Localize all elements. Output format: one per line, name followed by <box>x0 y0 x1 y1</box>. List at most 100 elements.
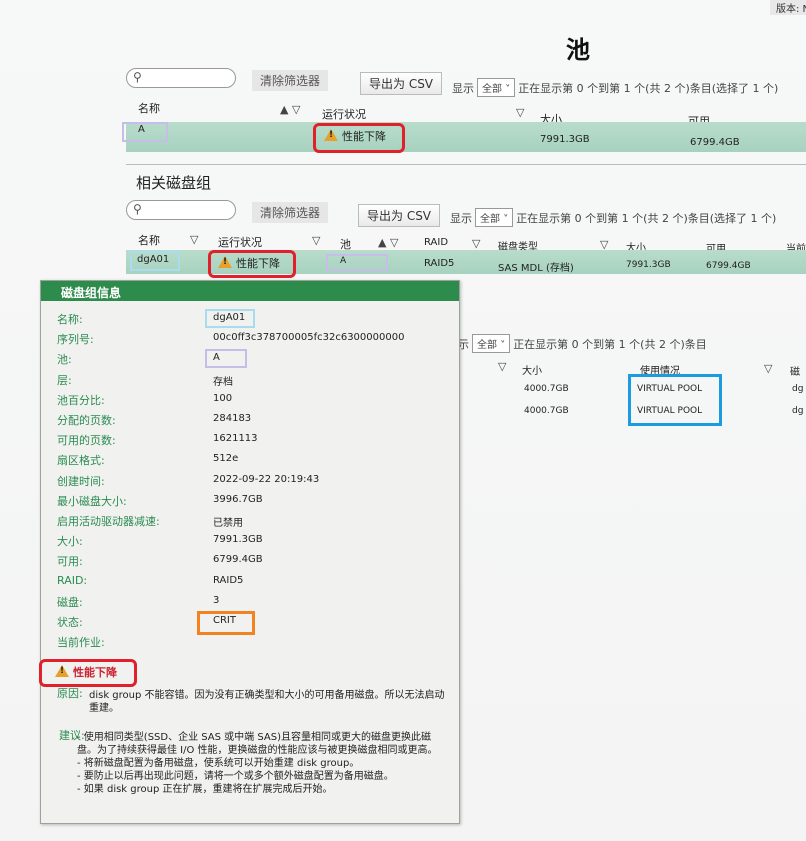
disk-usage-cell: VIRTUAL POOL <box>637 406 703 416</box>
info-field-label: 最小磁盘大小: <box>57 494 127 508</box>
info-field-label: 当前作业: <box>57 636 105 650</box>
disk-groups-status-text: 正在显示第 0 个到第 1 个(共 2 个)条目(选择了 1 个) <box>516 212 777 225</box>
info-field-label: 名称: <box>57 313 83 326</box>
dg-disk-type-cell: SAS MDL (存档) <box>498 263 574 274</box>
pool-name-cell: A <box>138 124 145 135</box>
pools-col-health[interactable]: 运行状况 <box>322 106 366 122</box>
version-label: 版本: N <box>770 0 806 15</box>
info-field-label: 池百分比: <box>57 393 105 407</box>
advice-item: - 将新磁盘配置为备用磁盘，使系统可以开始重建 disk group。 <box>77 758 360 769</box>
health-label: 性能下降 <box>55 664 117 680</box>
info-field-label: 大小: <box>57 535 83 549</box>
disks-col-extra[interactable]: 磁 <box>790 363 800 378</box>
reason-text: disk group 不能容错。因为没有正确类型和大小的可用备用磁盘。所以无法启… <box>89 690 445 714</box>
warning-icon <box>324 129 338 141</box>
pools-status-text: 正在显示第 0 个到第 1 个(共 2 个)条目(选择了 1 个) <box>518 82 779 95</box>
disk-usage-cell: VIRTUAL POOL <box>637 384 703 394</box>
chevron-down-icon: ˅ <box>505 84 511 95</box>
pool-name-highlight <box>122 122 168 142</box>
filter-icon[interactable]: ▽ <box>498 360 506 373</box>
disk-groups-show-control: 显示 全部 ˅ 正在显示第 0 个到第 1 个(共 2 个)条目(选择了 1 个) <box>450 208 776 227</box>
disks-col-size[interactable]: 大小 <box>522 362 542 377</box>
show-label: 显示 <box>450 212 472 225</box>
disk-extra-cell: dg <box>792 384 804 394</box>
dg-col-name[interactable]: 名称 <box>138 232 160 248</box>
disk-size-cell: 4000.7GB <box>524 406 569 416</box>
disks-status-text: 正在显示第 0 个到第 1 个(共 2 个)条目 <box>513 338 707 351</box>
chevron-down-icon: ˅ <box>503 214 509 225</box>
warning-icon <box>218 256 232 268</box>
info-field-value: 已禁用 <box>213 518 243 529</box>
disk-group-info-panel: 磁盘组信息 名称: dgA01 序列号: 00c0ff3c378700005fc32c… <box>39 280 460 824</box>
sort-filter-icon[interactable]: ▲ ▽ <box>378 236 398 249</box>
pools-sort-filter-icon[interactable]: ▲ ▽ <box>280 103 300 116</box>
info-field-value: 00c0ff3c378700005fc32c6300000000 <box>213 332 405 344</box>
dg-pool-cell: A <box>340 256 347 266</box>
dg-available-cell: 6799.4GB <box>706 261 751 271</box>
info-field-label: 扇区格式: <box>57 454 105 468</box>
dg-raid-cell: RAID5 <box>424 258 455 269</box>
info-field-label: RAID: <box>57 573 88 587</box>
disk-size-cell: 4000.7GB <box>524 384 569 394</box>
info-field-value: 3 <box>213 594 220 606</box>
reason-label: 原因: <box>57 687 83 700</box>
info-field-label: 可用: <box>57 555 83 569</box>
info-field-value: 2022-09-22 20:19:43 <box>213 473 320 485</box>
pools-clear-filter-button[interactable]: 清除筛选器 <box>252 70 329 91</box>
info-field-value: 存档 <box>213 376 233 388</box>
pools-show-select[interactable]: 全部 ˅ <box>477 78 516 97</box>
info-field-label: 池: <box>57 353 72 367</box>
info-field-value: 1621113 <box>213 433 258 445</box>
dg-col-raid[interactable]: RAID <box>424 237 448 248</box>
filter-icon[interactable]: ▽ <box>472 237 480 250</box>
info-field-label: 层: <box>57 373 72 387</box>
panel-header: 磁盘组信息 <box>41 281 459 301</box>
dg-name-cell: dgA01 <box>137 254 170 265</box>
advice-item: - 如果 disk group 正在扩展，重建将在扩展完成后开始。 <box>77 784 333 795</box>
pool-size-cell: 7991.3GB <box>540 134 590 145</box>
info-field-value: 3996.7GB <box>213 493 263 505</box>
info-field-value: 100 <box>213 392 233 404</box>
info-name-highlight <box>205 309 255 328</box>
info-field-label: 可用的页数: <box>57 434 116 448</box>
disk-groups-section-title: 相关磁盘组 <box>136 174 212 192</box>
chevron-down-icon: ˅ <box>500 340 506 351</box>
pools-export-csv-button[interactable]: 导出为 CSV <box>360 72 443 95</box>
page: 版本: N 池 ⚲ 清除筛选器 导出为 CSV 显示全部 ˅正在显示第 0 个到… <box>0 0 806 841</box>
pool-health-cell: 性能下降 <box>324 128 386 144</box>
virtual-pool-highlight <box>628 374 722 426</box>
disk-groups-clear-filter-button[interactable]: 清除筛选器 <box>252 202 329 223</box>
dg-size-cell: 7991.3GB <box>626 260 671 270</box>
disk-groups-search-input[interactable]: ⚲ <box>126 200 236 220</box>
pool-available-cell: 6799.4GB <box>690 137 740 148</box>
info-field-label: 创建时间: <box>57 474 105 488</box>
pools-search-input[interactable]: ⚲ <box>126 68 236 88</box>
dg-col-health[interactable]: 运行状况 <box>218 234 262 250</box>
dg-pool-highlight <box>326 254 388 271</box>
info-field-label: 序列号: <box>57 333 94 347</box>
info-field-value: 284183 <box>213 413 252 424</box>
info-field-value: 7991.3GB <box>213 534 263 546</box>
disk-extra-cell: dg <box>792 406 804 416</box>
disk-groups-show-select[interactable]: 全部 ˅ <box>475 208 514 227</box>
dg-health-cell: 性能下降 <box>218 255 280 271</box>
pools-col-name[interactable]: 名称 <box>138 100 160 116</box>
filter-icon[interactable]: ▽ <box>190 233 198 246</box>
search-icon: ⚲ <box>133 70 142 84</box>
disk-groups-export-csv-button[interactable]: 导出为 CSV <box>358 204 441 227</box>
disks-show-control: 示全部 ˅ 正在显示第 0 个到第 1 个(共 2 个)条目 <box>458 334 707 353</box>
info-field-label: 启用活动驱动器减速: <box>57 515 160 528</box>
info-field-label: 分配的页数: <box>57 414 116 427</box>
info-pool-highlight <box>205 349 247 368</box>
disks-show-select[interactable]: 全部 ˅ <box>472 334 511 353</box>
filter-icon[interactable]: ▽ <box>764 362 772 375</box>
pools-show-control: 显示 全部 ˅ 正在显示第 0 个到第 1 个(共 2 个)条目(选择了 1 个) <box>452 78 778 97</box>
panel-title: 磁盘组信息 <box>61 286 122 300</box>
filter-icon[interactable]: ▽ <box>312 234 320 247</box>
advice-list: - 使用相同类型(SSD、企业 SAS 或中端 SAS)且容量相同或更大的磁盘更… <box>77 731 447 796</box>
info-field-value: 512e <box>213 453 239 465</box>
filter-icon[interactable]: ▽ <box>516 106 524 119</box>
show-label: 显示 <box>452 82 474 95</box>
advice-item: - 使用相同类型(SSD、企业 SAS 或中端 SAS)且容量相同或更大的磁盘更… <box>77 732 438 756</box>
info-field-value: RAID5 <box>213 574 244 586</box>
